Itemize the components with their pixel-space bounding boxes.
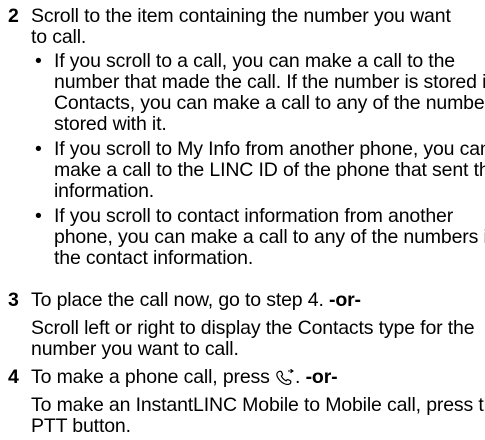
or-label: -or-	[329, 289, 361, 311]
step-text: To make a phone call, press . -or-	[31, 367, 485, 388]
bullet-list: • If you scroll to a call, you can make …	[31, 51, 485, 269]
step-4: 4 To make a phone call, press . -or- To …	[0, 367, 485, 437]
list-item: • If you scroll to My Info from another …	[31, 139, 485, 202]
bullet-icon: •	[35, 50, 42, 72]
or-label: -or-	[305, 366, 338, 388]
bullet-icon: •	[35, 138, 42, 160]
step-3: 3 To place the call now, go to step 4. -…	[0, 290, 485, 360]
step-text-period: .	[295, 366, 301, 388]
bullet-text: If you scroll to contact information fro…	[54, 205, 485, 269]
list-item: • If you scroll to contact information f…	[31, 206, 485, 269]
step-text-main: To place the call now, go to step 4.	[31, 289, 324, 311]
step-subtext: Scroll left or right to display the Cont…	[31, 317, 475, 360]
bullet-text: If you scroll to a call, you can make a …	[54, 50, 485, 135]
step-text: To place the call now, go to step 4. -or…	[31, 290, 485, 311]
step-number: 4	[8, 366, 19, 388]
step-2: 2 Scroll to the item containing the numb…	[0, 6, 485, 273]
step-subtext: To make an InstantLINC Mobile to Mobile …	[31, 394, 485, 437]
send-call-key-icon	[275, 368, 295, 386]
step-text: Scroll to the item containing the number…	[31, 5, 451, 48]
step-number: 2	[8, 5, 19, 27]
step-text-main: To make a phone call, press	[31, 366, 270, 388]
step-number: 3	[8, 289, 19, 311]
bullet-icon: •	[35, 205, 42, 227]
manual-page: 2 Scroll to the item containing the numb…	[0, 0, 485, 440]
list-item: • If you scroll to a call, you can make …	[31, 51, 485, 135]
bullet-text: If you scroll to My Info from another ph…	[54, 138, 485, 202]
